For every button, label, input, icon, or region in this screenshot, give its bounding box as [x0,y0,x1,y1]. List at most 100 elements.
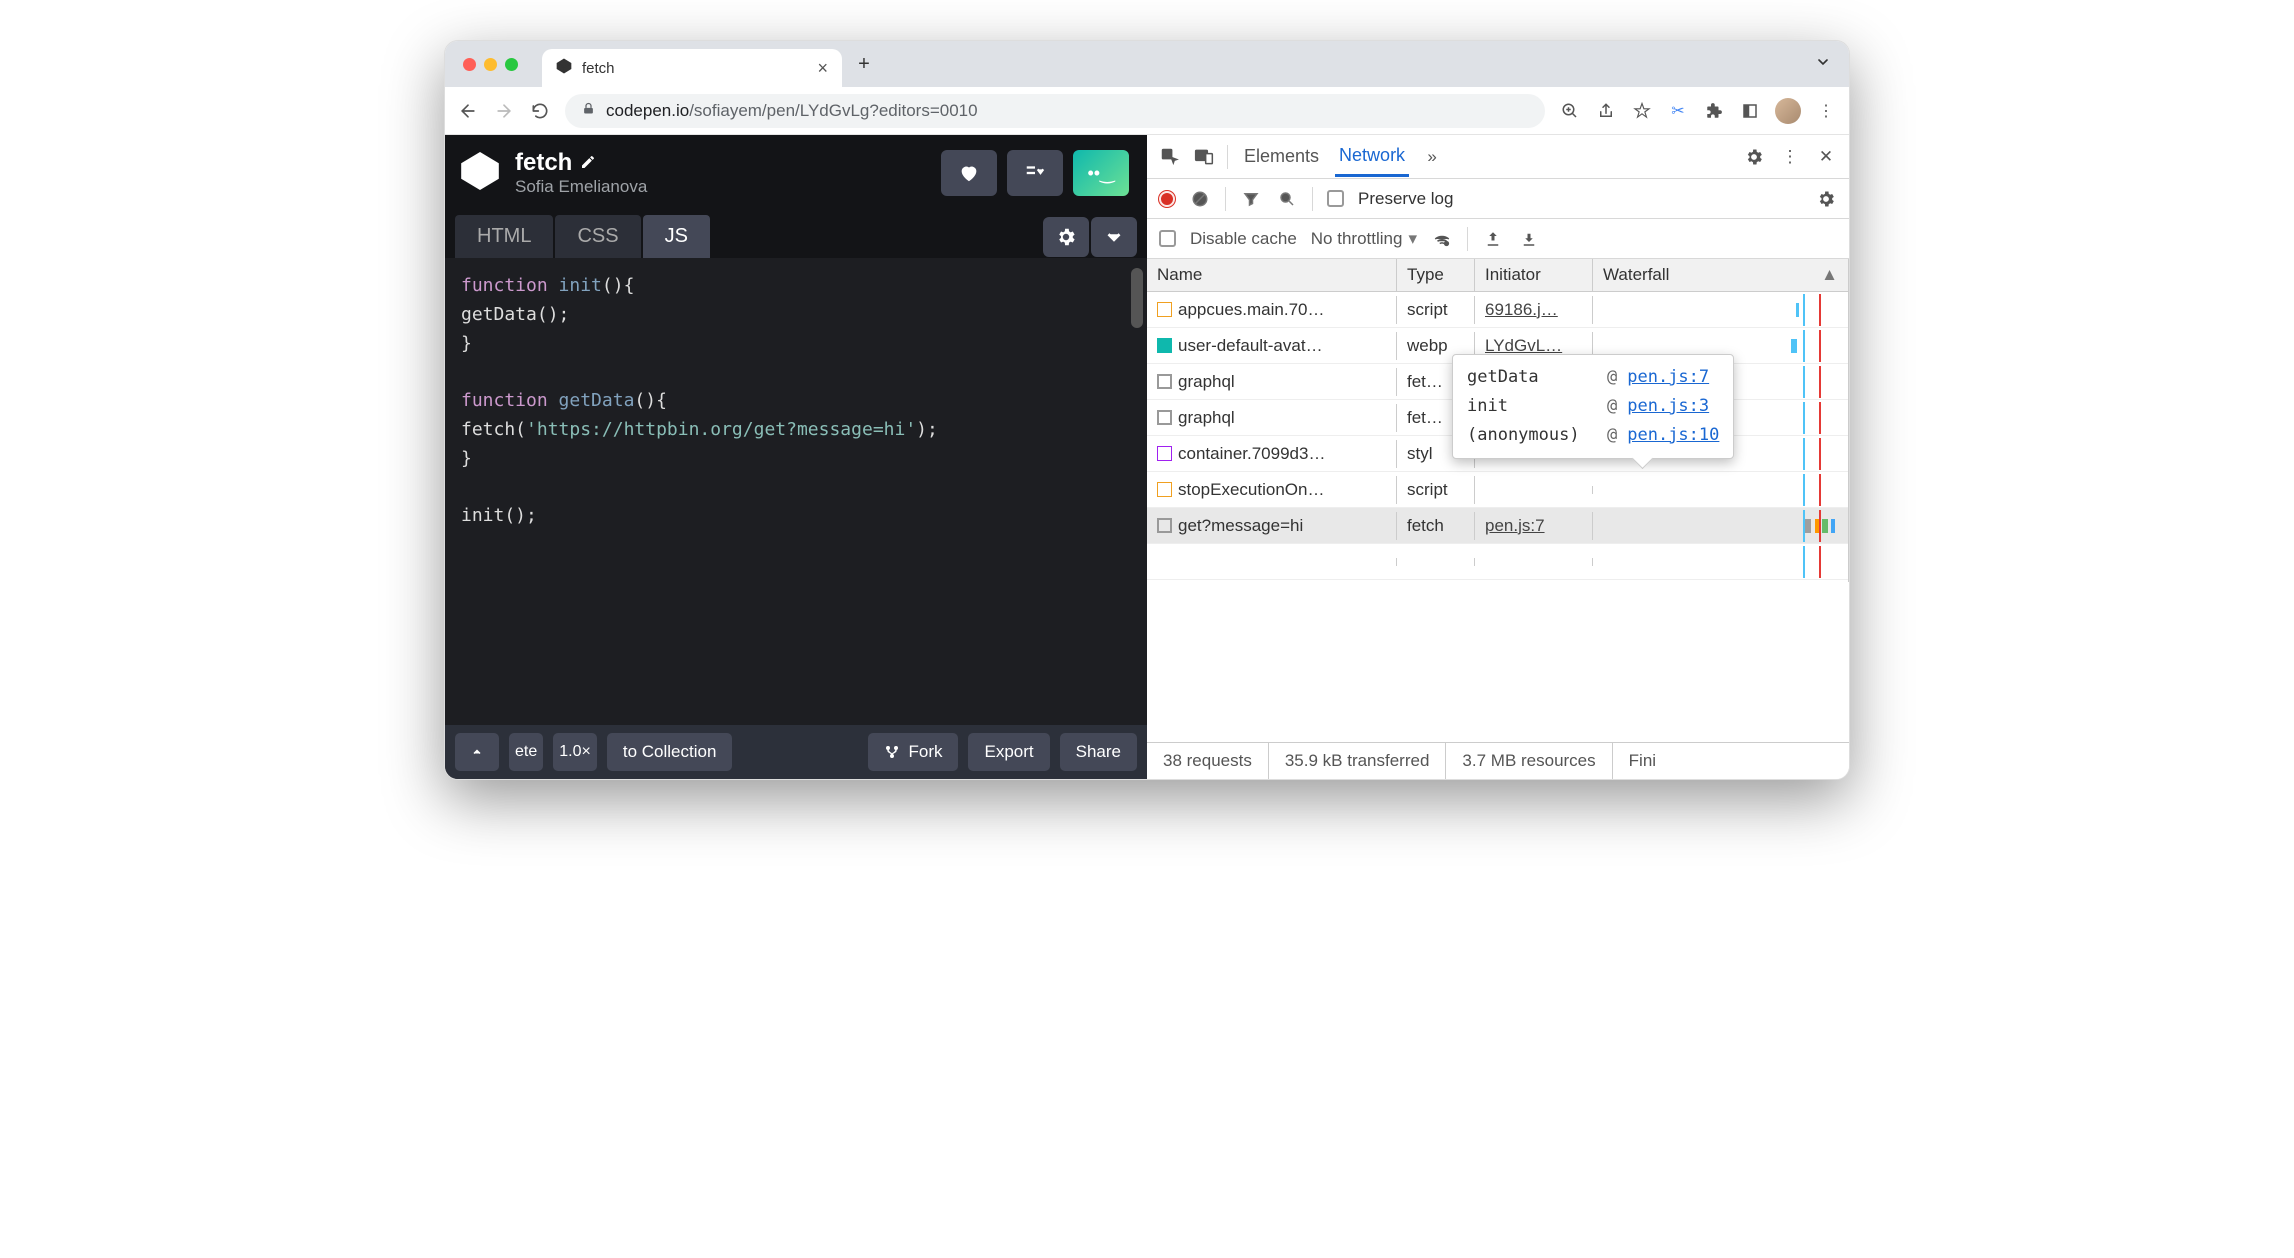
network-table: Name Type Initiator Waterfall▲ appcues.m… [1147,259,1849,742]
bookmark-icon[interactable] [1631,100,1653,122]
avatar-face-icon: ••‿ [1087,163,1114,184]
throttling-select[interactable]: No throttling ▾ [1311,229,1417,249]
table-row[interactable]: appcues.main.70… script 69186.j… [1147,292,1849,328]
stack-frame-link[interactable]: pen.js:10 [1627,421,1719,450]
codepen-header: fetch Sofia Emelianova ••‿ [445,135,1147,211]
initiator-stack-tooltip: getData@ pen.js:7init@ pen.js:3(anonymou… [1452,354,1734,459]
tab-html[interactable]: HTML [455,215,553,258]
new-tab-button[interactable]: + [850,50,878,78]
more-tabs-button[interactable]: » [1421,146,1443,168]
extensions-icon[interactable] [1703,100,1725,122]
devtools-close-button[interactable]: ✕ [1815,146,1837,168]
stack-frame-link[interactable]: pen.js:7 [1627,363,1709,392]
request-name: get?message=hi [1178,516,1303,536]
share-icon[interactable] [1595,100,1617,122]
editor-settings-button[interactable] [1043,217,1089,257]
disable-cache-checkbox[interactable] [1159,230,1176,247]
stack-frame-fn: getData [1467,363,1597,392]
request-name: graphql [1178,372,1235,392]
tab-title: fetch [582,60,615,77]
close-tab-button[interactable]: × [817,58,828,79]
browser-window: fetch × + codepen.io/sofiayem/pen/LYdGvL… [444,40,1850,780]
table-header: Name Type Initiator Waterfall▲ [1147,259,1849,292]
maximize-window-button[interactable] [505,58,518,71]
address-bar[interactable]: codepen.io/sofiayem/pen/LYdGvLg?editors=… [565,94,1545,128]
share-button[interactable]: Share [1060,733,1137,771]
codepen-favicon-icon [556,58,572,78]
table-row[interactable]: get?message=hifetchpen.js:7 [1147,508,1849,544]
stack-frame-fn: init [1467,392,1597,421]
device-toolbar-icon[interactable] [1193,146,1215,168]
profile-avatar[interactable] [1775,98,1801,124]
status-bar: 38 requests 35.9 kB transferred 3.7 MB r… [1147,742,1849,779]
header-name[interactable]: Name [1147,259,1397,291]
record-button[interactable] [1159,191,1175,207]
minimize-window-button[interactable] [484,58,497,71]
reading-list-icon[interactable] [1739,100,1761,122]
user-avatar[interactable]: ••‿ [1073,150,1129,196]
window-controls [453,58,518,71]
search-icon[interactable] [1276,188,1298,210]
initiator-link[interactable]: LYdGvL… [1485,336,1562,356]
reload-button[interactable] [529,100,551,122]
header-type[interactable]: Type [1397,259,1475,291]
stack-frame-fn: (anonymous) [1467,421,1597,450]
editor-tabs: HTML CSS JS [445,211,1147,258]
initiator-link[interactable]: pen.js:7 [1485,516,1545,536]
request-name: appcues.main.70… [1178,300,1324,320]
love-button[interactable] [941,150,997,196]
zoom-level[interactable]: 1.0× [553,733,597,771]
preserve-log-checkbox[interactable] [1327,190,1344,207]
request-type: script [1397,296,1475,324]
inspect-element-icon[interactable] [1159,146,1181,168]
preserve-log-label: Preserve log [1358,189,1453,209]
pen-author: Sofia Emelianova [515,177,647,197]
pen-title: fetch [515,149,572,177]
resource-type-icon [1157,302,1172,317]
export-button[interactable]: Export [968,733,1049,771]
scissors-icon[interactable]: ✂ [1667,100,1689,122]
console-toggle-button[interactable] [455,733,499,771]
toolbar-actions: ✂ ⋮ [1559,98,1837,124]
tab-css[interactable]: CSS [555,215,640,258]
devtools-settings-icon[interactable] [1743,146,1765,168]
add-to-collection-button[interactable]: to Collection [607,733,733,771]
header-waterfall[interactable]: Waterfall▲ [1593,259,1849,291]
network-tab[interactable]: Network [1335,137,1409,177]
back-button[interactable] [457,100,479,122]
export-har-icon[interactable] [1518,228,1540,250]
edit-title-icon[interactable] [580,149,596,177]
network-settings-icon[interactable] [1815,188,1837,210]
tab-js[interactable]: JS [643,215,710,258]
initiator-link[interactable]: 69186.j… [1485,300,1558,320]
view-switcher-button[interactable] [1007,150,1063,196]
network-conditions-icon[interactable] [1431,228,1453,250]
elements-tab[interactable]: Elements [1240,138,1323,175]
forward-button[interactable] [493,100,515,122]
codepen-logo-icon [459,150,501,197]
zoom-icon[interactable] [1559,100,1581,122]
header-initiator[interactable]: Initiator [1475,259,1593,291]
request-name: container.7099d3… [1178,444,1325,464]
request-name: user-default-avat… [1178,336,1323,356]
editor-collapse-button[interactable] [1091,217,1137,257]
editor-scrollbar[interactable] [1131,268,1143,328]
close-window-button[interactable] [463,58,476,71]
status-requests: 38 requests [1147,743,1269,779]
tab-strip: fetch × + [445,41,1849,87]
filter-icon[interactable] [1240,188,1262,210]
browser-tab[interactable]: fetch × [542,49,842,87]
lock-icon [581,101,596,121]
devtools-menu-button[interactable]: ⋮ [1779,146,1801,168]
menu-button[interactable]: ⋮ [1815,100,1837,122]
table-row[interactable]: stopExecutionOn…script [1147,472,1849,508]
code-editor[interactable]: function init(){ getData();} function ge… [445,258,1147,725]
codepen-app: fetch Sofia Emelianova ••‿ HTML CSS JS [445,135,1147,779]
stack-frame-link[interactable]: pen.js:3 [1627,392,1709,421]
clear-button[interactable] [1189,188,1211,210]
import-har-icon[interactable] [1482,228,1504,250]
codepen-footer: ete 1.0× to Collection Fork Export Share [445,725,1147,779]
fork-button[interactable]: Fork [868,733,958,771]
footer-delete-fragment[interactable]: ete [509,733,543,771]
tab-list-button[interactable] [1815,54,1831,75]
